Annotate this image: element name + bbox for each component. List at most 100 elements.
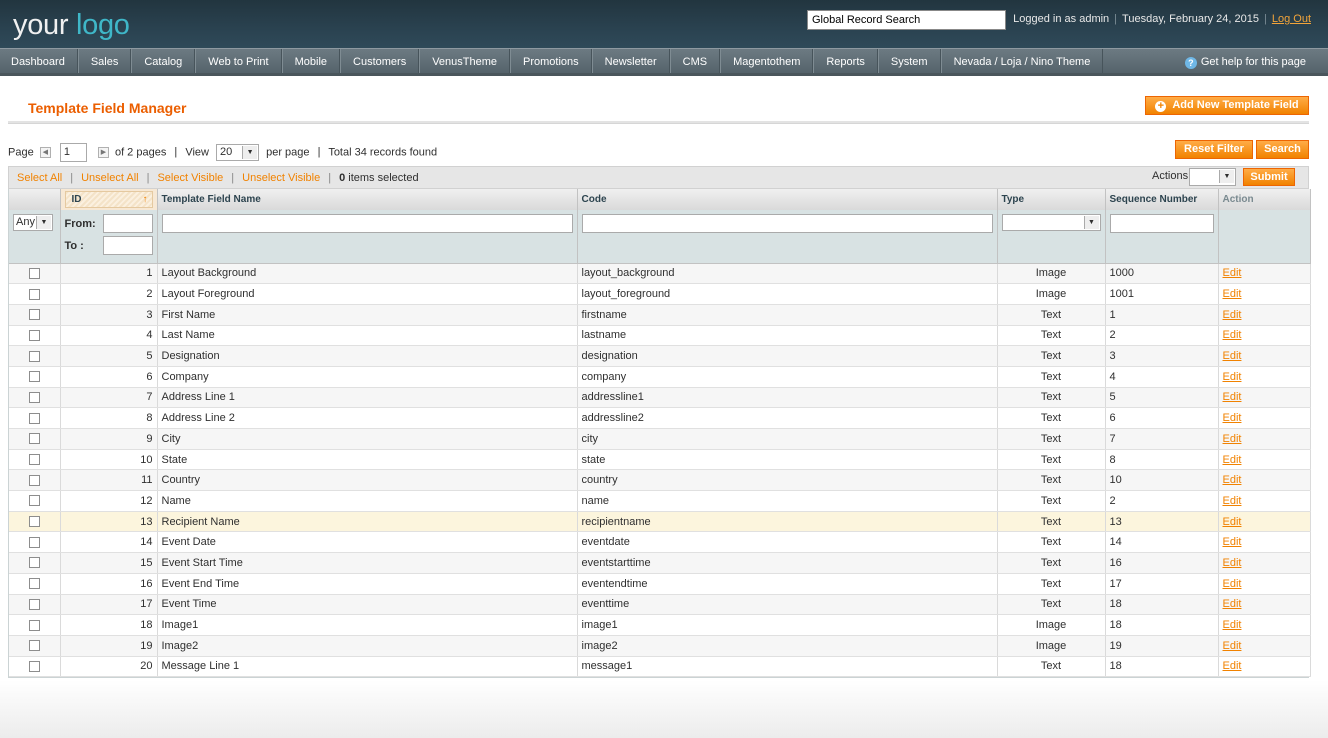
row-checkbox[interactable] xyxy=(28,288,40,300)
edit-link[interactable]: Edit xyxy=(1223,598,1242,610)
column-header-code[interactable]: Code xyxy=(577,189,998,210)
nav-system[interactable]: System xyxy=(877,49,941,73)
edit-link[interactable]: Edit xyxy=(1223,412,1242,424)
column-header-name[interactable]: Template Field Name xyxy=(157,189,578,210)
filter-type-select[interactable]: ▼ xyxy=(1001,214,1101,231)
table-row[interactable]: 4 Last Name lastname Text 2 Edit xyxy=(9,325,1311,347)
row-checkbox[interactable] xyxy=(28,557,40,569)
help-link[interactable]: ? Get help for this page xyxy=(1184,56,1306,69)
nav-magentothem[interactable]: Magentothem xyxy=(720,49,814,73)
page-number-input[interactable]: 1 xyxy=(59,143,87,162)
filter-code-input[interactable] xyxy=(581,214,993,233)
row-checkbox[interactable] xyxy=(28,660,40,672)
nav-dashboard[interactable]: Dashboard xyxy=(0,49,78,73)
row-checkbox[interactable] xyxy=(28,516,40,528)
edit-link[interactable]: Edit xyxy=(1223,516,1242,528)
table-row[interactable]: 9 City city Text 7 Edit xyxy=(9,428,1311,450)
select-all-link[interactable]: Select All xyxy=(17,172,62,184)
edit-link[interactable]: Edit xyxy=(1223,350,1242,362)
logo[interactable]: your logo xyxy=(13,9,130,42)
edit-link[interactable]: Edit xyxy=(1223,371,1242,383)
table-row[interactable]: 13 Recipient Name recipientname Text 13 Edit xyxy=(9,511,1311,533)
filter-any-select[interactable]: Any ▼ xyxy=(13,214,53,231)
nav-web-to-print[interactable]: Web to Print xyxy=(195,49,282,73)
row-checkbox[interactable] xyxy=(28,412,40,424)
table-row[interactable]: 2 Layout Foreground layout_foreground Image… xyxy=(9,283,1311,305)
actions-select[interactable]: ▼ xyxy=(1189,168,1236,186)
edit-link[interactable]: Edit xyxy=(1223,329,1242,341)
submit-button[interactable]: Submit xyxy=(1243,168,1295,186)
edit-link[interactable]: Edit xyxy=(1223,474,1242,486)
column-header-id[interactable]: ID ↑ xyxy=(60,189,158,210)
column-header-type[interactable]: Type xyxy=(997,189,1106,210)
row-checkbox[interactable] xyxy=(28,640,40,652)
edit-link[interactable]: Edit xyxy=(1223,288,1242,300)
table-row[interactable]: 14 Event Date eventdate Text 14 Edit xyxy=(9,531,1311,554)
edit-link[interactable]: Edit xyxy=(1223,619,1242,631)
next-page-icon[interactable]: ▶ xyxy=(97,147,109,158)
filter-id-to-input[interactable] xyxy=(102,236,153,255)
table-row[interactable]: 18 Image1 image1 Image 18 Edit xyxy=(9,614,1311,636)
table-row[interactable]: 10 State state Text 8 Edit xyxy=(9,449,1311,471)
row-checkbox[interactable] xyxy=(28,350,40,362)
add-template-field-button[interactable]: + Add New Template Field xyxy=(1145,96,1309,115)
row-checkbox[interactable] xyxy=(28,598,40,610)
table-row[interactable]: 11 Country country Text 10 Edit xyxy=(9,469,1311,492)
nav-catalog[interactable]: Catalog xyxy=(131,49,196,73)
nav-sales[interactable]: Sales xyxy=(77,49,132,73)
reset-filter-button[interactable]: Reset Filter xyxy=(1175,140,1253,159)
per-page-select[interactable]: 20 ▼ xyxy=(216,144,260,161)
table-row[interactable]: 3 First Name firstname Text 1 Edit xyxy=(9,304,1311,326)
table-row[interactable]: 19 Image2 image2 Image 19 Edit xyxy=(9,635,1311,657)
unselect-visible-link[interactable]: Unselect Visible xyxy=(242,172,320,184)
row-checkbox[interactable] xyxy=(28,329,40,341)
row-checkbox[interactable] xyxy=(28,267,40,279)
row-checkbox[interactable] xyxy=(28,309,40,321)
search-button[interactable]: Search xyxy=(1256,140,1309,159)
global-search-input[interactable] xyxy=(807,10,1006,30)
edit-link[interactable]: Edit xyxy=(1223,454,1242,466)
edit-link[interactable]: Edit xyxy=(1223,557,1242,569)
edit-link[interactable]: Edit xyxy=(1223,495,1242,507)
row-checkbox[interactable] xyxy=(28,474,40,486)
nav-newsletter[interactable]: Newsletter xyxy=(591,49,670,73)
id-sort-link[interactable]: ID ↑ xyxy=(64,191,153,208)
nav-reports[interactable]: Reports xyxy=(813,49,878,73)
table-row[interactable]: 5 Designation designation Text 3 Edit xyxy=(9,345,1311,367)
row-checkbox[interactable] xyxy=(28,371,40,383)
row-checkbox[interactable] xyxy=(28,454,40,466)
table-row[interactable]: 15 Event Start Time eventstarttime Text 16 Ed… xyxy=(9,552,1311,574)
row-checkbox[interactable] xyxy=(28,391,40,403)
row-checkbox[interactable] xyxy=(28,619,40,631)
table-row[interactable]: 8 Address Line 2 addressline2 Text 6 Edit xyxy=(9,407,1311,429)
edit-link[interactable]: Edit xyxy=(1223,660,1242,672)
unselect-all-link[interactable]: Unselect All xyxy=(81,172,138,184)
row-checkbox[interactable] xyxy=(28,495,40,507)
row-checkbox[interactable] xyxy=(28,433,40,445)
table-row[interactable]: 16 Event End Time eventendtime Text 17 Edit xyxy=(9,573,1311,595)
nav-promotions[interactable]: Promotions xyxy=(510,49,592,73)
table-row[interactable]: 1 Layout Background layout_background Image… xyxy=(9,263,1311,285)
edit-link[interactable]: Edit xyxy=(1223,391,1242,403)
edit-link[interactable]: Edit xyxy=(1223,433,1242,445)
filter-id-from-input[interactable] xyxy=(102,214,153,233)
nav-mobile[interactable]: Mobile xyxy=(281,49,341,73)
table-row[interactable]: 12 Name name Text 2 Edit xyxy=(9,490,1311,512)
edit-link[interactable]: Edit xyxy=(1223,536,1242,548)
table-row[interactable]: 17 Event Time eventtime Text 18 Edit xyxy=(9,594,1311,616)
select-visible-link[interactable]: Select Visible xyxy=(157,172,223,184)
prev-page-icon[interactable]: ◀ xyxy=(39,147,51,158)
nav-venustheme[interactable]: VenusTheme xyxy=(419,49,511,73)
nav-customers[interactable]: Customers xyxy=(340,49,420,73)
nav-nevada-theme[interactable]: Nevada / Loja / Nino Theme xyxy=(940,49,1104,73)
edit-link[interactable]: Edit xyxy=(1223,267,1242,279)
nav-cms[interactable]: CMS xyxy=(669,49,721,73)
logout-link[interactable]: Log Out xyxy=(1272,13,1311,25)
row-checkbox[interactable] xyxy=(28,578,40,590)
edit-link[interactable]: Edit xyxy=(1223,640,1242,652)
edit-link[interactable]: Edit xyxy=(1223,578,1242,590)
filter-name-input[interactable] xyxy=(161,214,573,233)
table-row[interactable]: 6 Company company Text 4 Edit xyxy=(9,366,1311,388)
table-row[interactable]: 7 Address Line 1 addressline1 Text 5 Edit xyxy=(9,387,1311,409)
edit-link[interactable]: Edit xyxy=(1223,309,1242,321)
